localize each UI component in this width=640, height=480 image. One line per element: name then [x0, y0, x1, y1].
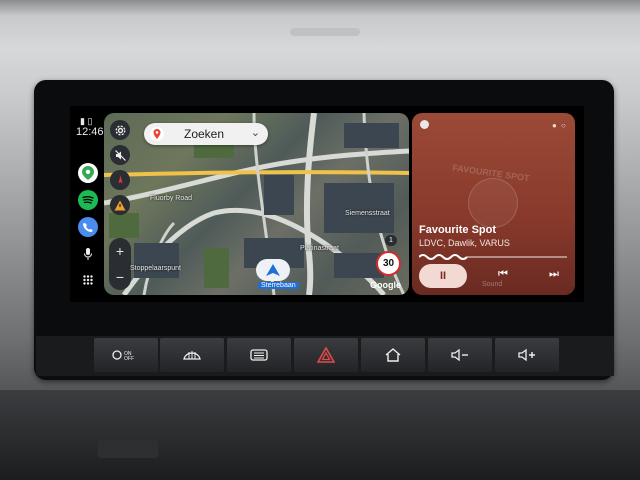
- rear-defrost-icon[interactable]: [227, 338, 291, 372]
- search-bar[interactable]: Zoeken ⌄: [144, 123, 268, 145]
- zoom-out-button[interactable]: −: [109, 264, 131, 290]
- pause-button[interactable]: II: [419, 264, 467, 288]
- front-defrost-icon[interactable]: [160, 338, 224, 372]
- power-onoff-button[interactable]: ON OFF: [94, 338, 158, 372]
- hazard-icon[interactable]: [294, 338, 358, 372]
- zoom-control[interactable]: + −: [109, 238, 131, 290]
- google-logo: Google: [370, 280, 401, 290]
- previous-track-icon[interactable]: ⏮: [498, 268, 508, 281]
- navigation-arrow-icon: [256, 259, 290, 281]
- compass-icon[interactable]: [110, 170, 130, 190]
- google-maps-icon[interactable]: [78, 163, 98, 183]
- current-street-label: Sterrebaan: [258, 282, 299, 289]
- map-label-street: Siemensstraat: [345, 210, 390, 217]
- status-clock: 12:46: [76, 126, 104, 138]
- app-grid-icon[interactable]: [78, 270, 98, 290]
- volume-down-icon[interactable]: [428, 338, 492, 372]
- track-artist: LDVC, Dawlik, VARUS: [419, 238, 510, 248]
- lower-dashboard: [0, 390, 640, 480]
- album-art: [468, 178, 518, 228]
- map-label-road: Fluorby Road: [150, 195, 193, 202]
- dashboard-slot: [98, 440, 158, 458]
- map-badge: 1: [385, 235, 397, 246]
- speed-limit-sign: 30: [376, 251, 401, 276]
- mute-voice-icon[interactable]: [110, 145, 130, 165]
- volume-up-icon[interactable]: [495, 338, 559, 372]
- track-title: Favourite Spot: [419, 224, 497, 236]
- map-label-area: Stoppelaarspunt: [130, 265, 181, 272]
- search-label: Zoeken: [184, 127, 225, 141]
- chevron-down-icon[interactable]: ⌄: [251, 126, 260, 139]
- microphone-icon[interactable]: [78, 244, 98, 264]
- phone-icon[interactable]: [78, 217, 98, 237]
- ghost-label: Sound: [482, 281, 503, 288]
- map-label-area2: Platinastraat: [300, 245, 339, 252]
- playback-progress[interactable]: [419, 252, 567, 262]
- report-incident-icon[interactable]: [110, 195, 130, 215]
- next-track-icon[interactable]: ⏭: [549, 268, 559, 281]
- progress-played: [419, 254, 468, 260]
- svg-text:OFF: OFF: [124, 356, 134, 362]
- spotify-icon[interactable]: [78, 190, 98, 210]
- maps-pin-icon: [150, 127, 164, 141]
- dashboard-top: [0, 0, 640, 16]
- zoom-in-button[interactable]: +: [109, 238, 131, 264]
- page-indicator: ● ○: [552, 121, 567, 130]
- spotify-small-icon: [420, 120, 429, 129]
- dashboard-vent: [290, 28, 360, 36]
- pause-icon: II: [439, 270, 447, 282]
- home-icon[interactable]: [361, 338, 425, 372]
- settings-gear-icon[interactable]: [110, 120, 130, 140]
